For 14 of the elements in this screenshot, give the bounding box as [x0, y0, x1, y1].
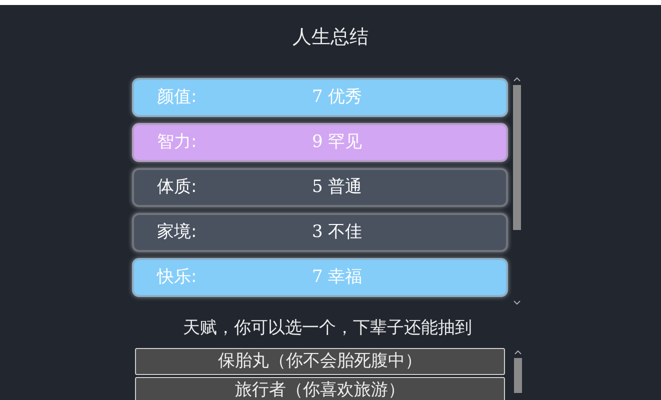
- talent-button[interactable]: 保胎丸（你不会胎死腹中）: [135, 348, 505, 374]
- talent-prompt: 天赋，你可以选一个，下辈子还能抽到: [183, 318, 472, 338]
- page-title: 人生总结: [292, 26, 368, 48]
- stat-label: 智力:: [156, 130, 198, 154]
- stat-label: 体质:: [156, 176, 198, 199]
- stat-label: 颜值:: [156, 86, 198, 109]
- stat-value: 5 普通: [312, 176, 362, 199]
- stat-value: 7 幸福: [312, 266, 362, 289]
- talent-button[interactable]: 旅行者（你喜欢旅游）: [135, 376, 505, 400]
- stat-label: 家境:: [156, 220, 198, 244]
- stat-value: 3 不佳: [312, 220, 362, 244]
- stat-label: 快乐:: [156, 266, 198, 289]
- stat-value: 7 优秀: [312, 86, 362, 109]
- stat-value: 9 罕见: [312, 130, 362, 154]
